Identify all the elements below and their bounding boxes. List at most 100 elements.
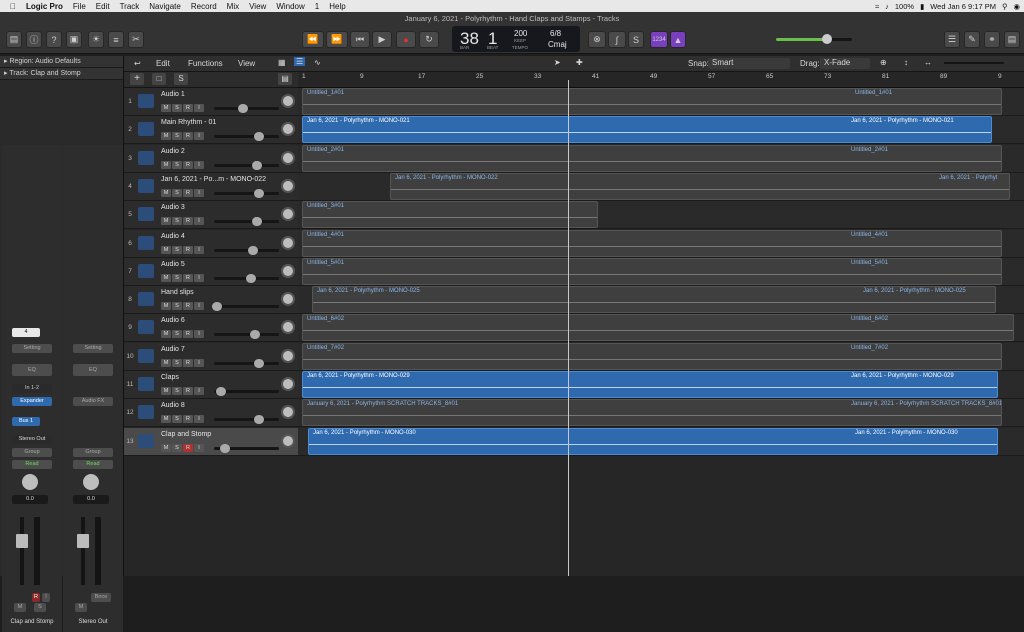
mute-button[interactable]: M [161, 217, 171, 226]
record-enable-button[interactable]: R [183, 160, 193, 169]
strip2-automation[interactable]: Read [73, 460, 113, 469]
track-header[interactable]: 10 Audio 7 MSRI [124, 342, 298, 371]
edit-menu[interactable]: Edit [156, 59, 170, 68]
strip-eq-button[interactable]: EQ [12, 364, 52, 376]
strip-input-monitor-button[interactable]: I [42, 593, 50, 602]
track-name[interactable]: Audio 6 [161, 317, 185, 324]
solo-button[interactable]: S [172, 302, 182, 311]
tuner-button[interactable]: ∫ [608, 31, 626, 48]
search-icon[interactable]: ⚲ [1002, 2, 1008, 11]
track-name[interactable]: Audio 8 [161, 402, 185, 409]
mute-button[interactable]: M [161, 443, 171, 452]
play-button[interactable]: ▶ [372, 31, 392, 48]
strip-number[interactable]: 4 [12, 328, 40, 337]
track-volume-handle[interactable] [254, 415, 264, 425]
strip-insert-expander[interactable]: Expander [12, 397, 52, 406]
solo-button[interactable]: S [172, 330, 182, 339]
record-enable-button[interactable]: R [183, 443, 193, 452]
audio-region[interactable]: Untitled_6#02 Untitled_6#02 [302, 314, 1014, 342]
strip2-pan-knob[interactable] [83, 474, 99, 490]
audio-region[interactable]: Untitled_1#01 Untitled_1#01 [302, 88, 1002, 115]
strip2-group[interactable]: Group [73, 448, 113, 457]
strip-pan-knob[interactable] [22, 474, 38, 490]
track-inspector-header[interactable]: ▸ Track: Clap and Stomp [0, 68, 123, 80]
track-pan-knob[interactable] [281, 377, 295, 391]
track-volume-handle[interactable] [212, 302, 222, 312]
track-name[interactable]: Audio 5 [161, 261, 185, 268]
track-lane[interactable]: Untitled_1#01 Untitled_1#01 [298, 88, 1024, 116]
smart-controls-button[interactable]: ☀ [88, 31, 104, 48]
solo-button[interactable]: S [172, 132, 182, 141]
track-header[interactable]: 1 Audio 1 MSRI [124, 88, 298, 116]
track-name[interactable]: Audio 7 [161, 346, 185, 353]
mute-button[interactable]: M [161, 160, 171, 169]
strip-send-bus[interactable]: Bus 1 [12, 417, 40, 426]
record-enable-button[interactable]: R [183, 188, 193, 197]
mute-button[interactable]: M [161, 302, 171, 311]
track-name[interactable]: Audio 2 [161, 148, 185, 155]
mute-button[interactable]: M [161, 273, 171, 282]
track-volume-handle[interactable] [254, 358, 264, 368]
track-lane[interactable]: Jan 6, 2021 - Polyrhythm - MONO-029 Jan 6… [298, 371, 1024, 399]
list-editors-button[interactable]: ☰ [944, 31, 960, 48]
wifi-icon[interactable]: ≈ [875, 2, 879, 11]
mute-button[interactable]: M [161, 415, 171, 424]
drag-dropdown[interactable]: X-Fade [820, 58, 870, 69]
record-enable-button[interactable]: R [183, 415, 193, 424]
inspector-button[interactable]: ⓘ [26, 31, 42, 48]
menu-navigate[interactable]: Navigate [144, 2, 186, 11]
strip-input[interactable]: In 1-2 [12, 384, 52, 393]
solo-button[interactable]: S [172, 358, 182, 367]
menu-mix[interactable]: Mix [222, 2, 244, 11]
metronome-button[interactable]: ▲ [670, 31, 686, 48]
track-volume-slider[interactable] [214, 333, 279, 337]
fit-vertical-icon[interactable]: ↕ [904, 58, 908, 67]
solo-button[interactable]: S [172, 188, 182, 197]
strip-group[interactable]: Group [12, 448, 52, 457]
record-enable-button[interactable]: R [183, 358, 193, 367]
solo-button[interactable]: S [172, 245, 182, 254]
track-volume-handle[interactable] [246, 273, 256, 283]
input-monitor-button[interactable]: I [194, 217, 204, 226]
track-volume-handle[interactable] [254, 132, 264, 142]
track-name[interactable]: Hand slips [161, 289, 194, 296]
audio-region[interactable]: Untitled_2#01 Untitled_2#01 [302, 144, 1002, 172]
track-name[interactable]: Audio 4 [161, 233, 185, 240]
strip-setting-button[interactable]: Setting [12, 344, 52, 353]
track-pan-knob[interactable] [281, 292, 295, 307]
loop-browser-button[interactable]: ⚭ [984, 31, 1000, 48]
rewind-button[interactable]: ⏪ [302, 31, 324, 48]
solo-button[interactable]: S [172, 443, 182, 452]
add-track-button[interactable]: + [130, 73, 144, 85]
audio-region[interactable]: Untitled_7#02 Untitled_7#02 [302, 342, 1002, 370]
pointer-tool-icon[interactable]: ➤ [554, 58, 561, 67]
record-enable-button[interactable]: R [183, 387, 193, 395]
waveform-zoom-icon[interactable]: ⊕ [880, 58, 887, 67]
mute-button[interactable]: M [161, 330, 171, 339]
crosshair-tool-icon[interactable]: ✚ [576, 58, 583, 67]
menu-record[interactable]: Record [186, 2, 222, 11]
track-volume-handle[interactable] [250, 330, 260, 340]
bar-ruler[interactable]: 1 9 17 25 33 41 49 57 65 73 81 89 9 [298, 72, 1024, 88]
help-button[interactable]: ? [46, 31, 62, 48]
input-monitor-button[interactable]: I [194, 443, 204, 452]
track-volume-slider[interactable] [214, 135, 279, 139]
menu-window[interactable]: Window [271, 2, 309, 11]
strip2-mute-button[interactable]: M [75, 603, 87, 612]
audio-region[interactable]: Jan 6, 2021 - Polyrhythm - MONO-022 Jan 6… [390, 172, 1010, 200]
track-header[interactable]: 11 Claps M S R I [124, 371, 298, 399]
solo-button[interactable]: S [172, 387, 182, 395]
track-header[interactable]: 9 Audio 6 MSRI [124, 314, 298, 343]
functions-menu[interactable]: Functions [188, 59, 223, 68]
input-monitor-button[interactable]: I [194, 132, 204, 141]
track-volume-slider[interactable] [214, 248, 279, 252]
menu-file[interactable]: File [68, 2, 91, 11]
track-header[interactable]: 4 Jan 6, 2021 - Po...m - MONO-022 M S R I [124, 172, 298, 201]
menu-1[interactable]: 1 [310, 2, 324, 11]
record-enable-button[interactable]: R [183, 104, 193, 112]
menu-edit[interactable]: Edit [91, 2, 115, 11]
editors-button[interactable]: ✂ [128, 31, 144, 48]
automation-icon[interactable]: ∿ [314, 58, 321, 67]
track-volume-handle[interactable] [216, 387, 226, 396]
audio-region[interactable]: Jan 6, 2021 - Polyrhythm - MONO-021 Jan 6… [302, 116, 992, 144]
